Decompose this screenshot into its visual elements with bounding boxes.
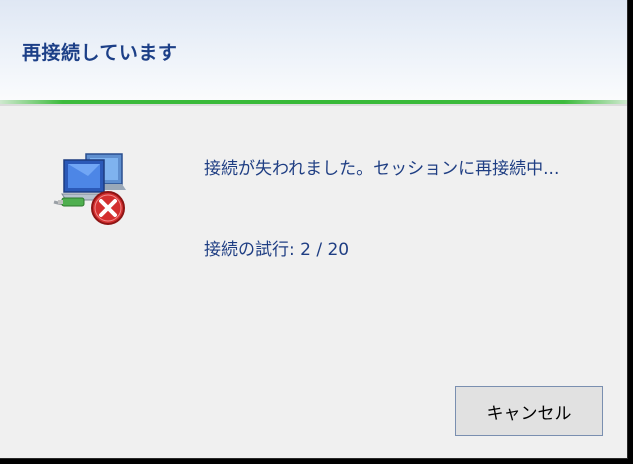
header-separator [0, 104, 627, 106]
attempt-value: 2 / 20 [300, 240, 350, 260]
attempt-counter: 接続の試行: 2 / 20 [204, 235, 349, 260]
network-disconnected-icon [53, 153, 126, 225]
cancel-button[interactable]: キャンセル [455, 386, 603, 436]
status-message: 接続が失われました。セッションに再接続中... [204, 159, 560, 179]
dialog-header: 再接続しています [0, 0, 627, 103]
attempt-label: 接続の試行: [204, 240, 295, 260]
dialog-title: 再接続しています [22, 42, 178, 64]
reconnect-dialog: 再接続しています 接続が失われました。セッションに再接続中... 接続の試行: … [0, 0, 628, 459]
